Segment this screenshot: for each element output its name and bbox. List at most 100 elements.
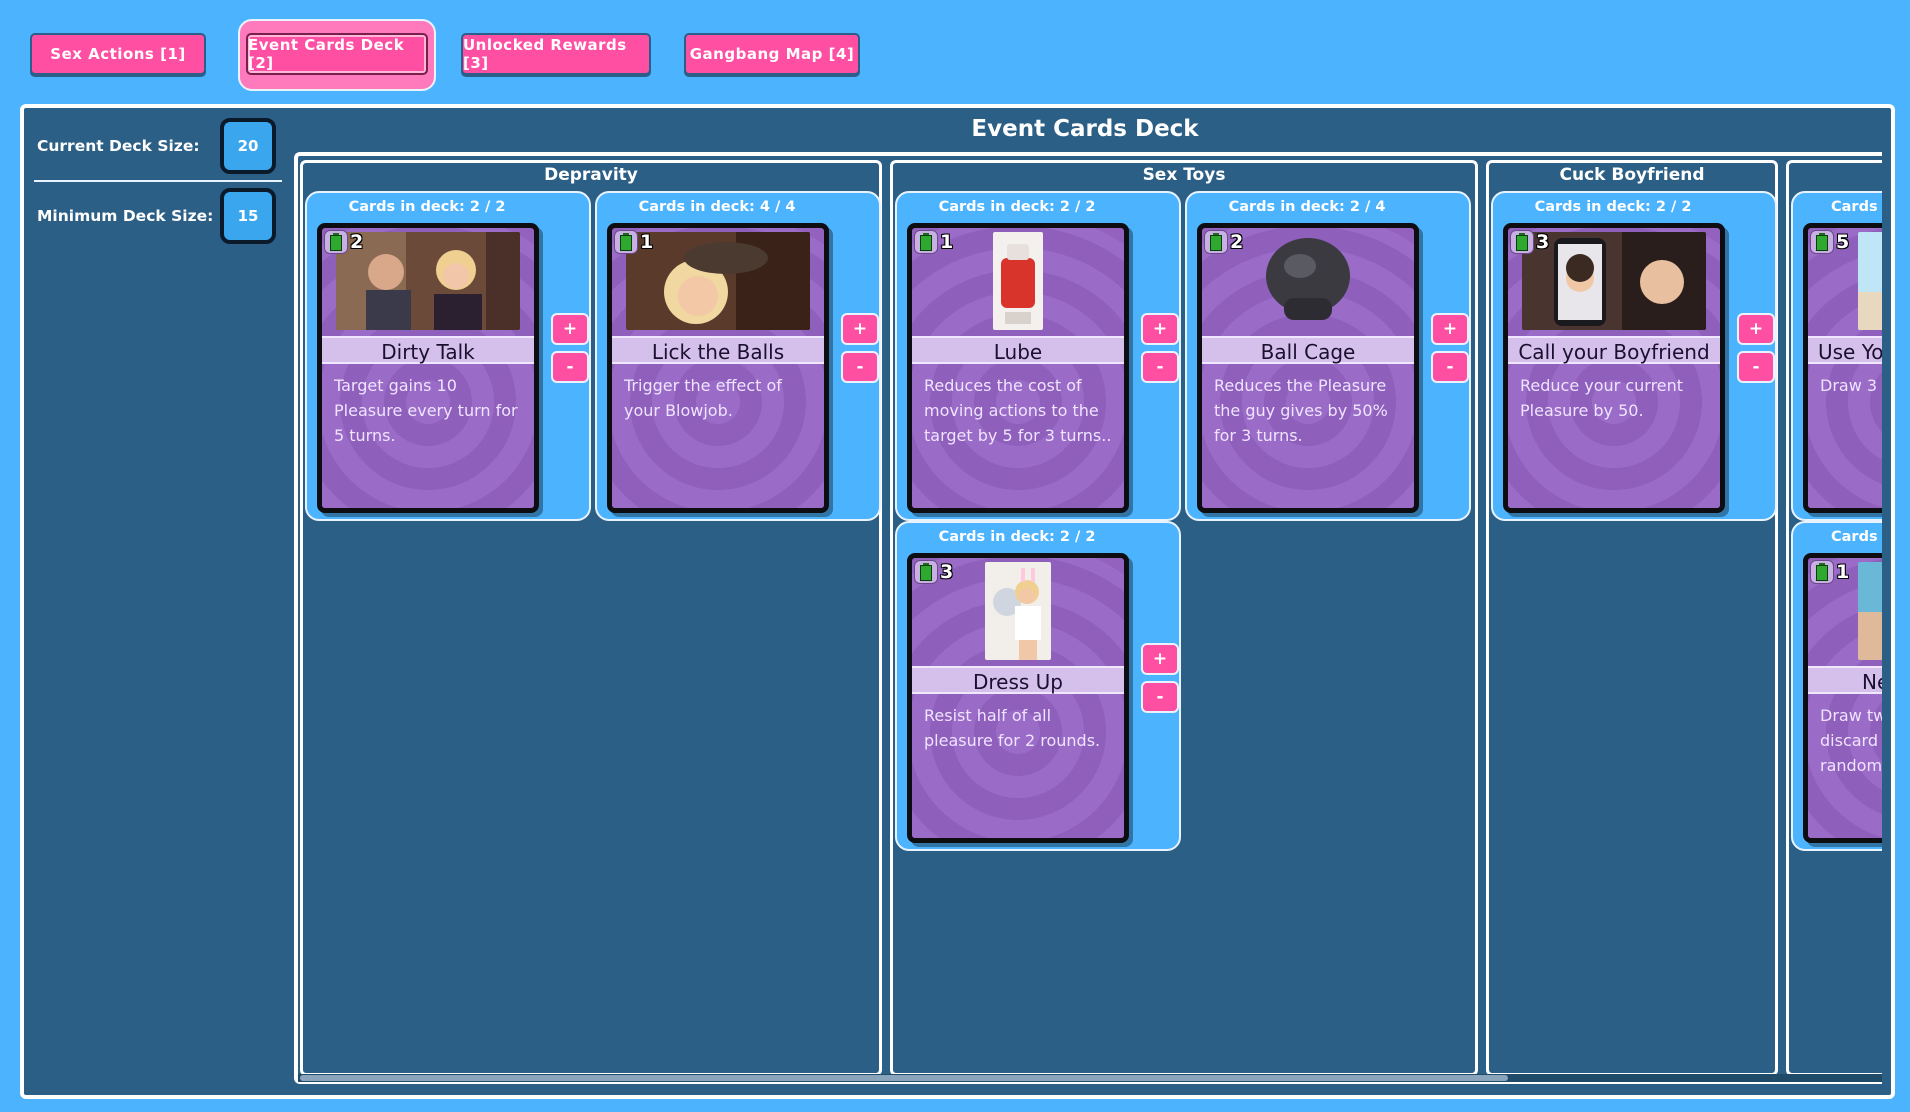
battery-icon — [324, 230, 348, 254]
card-description: Draw tw discard t random. — [1820, 706, 1882, 775]
card-cost: 3 — [914, 560, 953, 584]
card-slot: Cards in deck: 2 / 2 1 Lube Reduces the … — [895, 191, 1181, 521]
event-card[interactable]: 5 Use You Draw 3 c — [1803, 223, 1882, 513]
remove-card-button[interactable]: - — [1431, 351, 1469, 383]
event-card[interactable]: 1 Ne Draw tw discard t random. — [1803, 553, 1882, 843]
category-depravity: Depravity Cards in deck: 2 / 2 2 Dirty T… — [300, 160, 882, 1076]
cards-in-deck-count: Cards in deck: 2 / 2 — [1534, 199, 1692, 215]
card-image — [1858, 232, 1882, 330]
card-cost-value: 3 — [940, 561, 954, 583]
card-description: Reduces the Pleasure the guy gives by 50… — [1214, 376, 1388, 445]
category-title: Sex Toys — [1142, 165, 1226, 185]
event-card[interactable]: 2 Ball Cage Reduces the Pleasure the guy… — [1197, 223, 1419, 513]
battery-icon — [614, 230, 638, 254]
category-sex-toys: Sex Toys Cards in deck: 2 / 2 1 Lube Red… — [890, 160, 1478, 1076]
battery-icon — [1204, 230, 1228, 254]
card-slot: Cards in deck: 2 / 2 3 Dress Up Resist h… — [895, 521, 1181, 851]
battery-icon — [1510, 230, 1534, 254]
remove-card-button[interactable]: - — [551, 351, 589, 383]
remove-card-button[interactable]: - — [841, 351, 879, 383]
card-image — [993, 232, 1043, 330]
minimum-deck-size-value: 15 — [220, 188, 276, 244]
card-cost-value: 3 — [1536, 231, 1550, 253]
battery-icon — [914, 560, 938, 584]
battery-icon — [1810, 560, 1834, 584]
card-description: Resist half of all pleasure for 2 rounds… — [924, 706, 1101, 750]
add-card-button[interactable]: + — [1737, 313, 1775, 345]
card-name: Lick the Balls — [612, 336, 824, 364]
remove-card-button[interactable]: - — [1737, 351, 1775, 383]
cards-in-deck-count: Cards in deck: 2 / 4 — [1228, 199, 1386, 215]
cards-in-deck-count: Cards in deck: 2 / 2 — [938, 199, 1096, 215]
current-deck-size-value: 20 — [220, 118, 276, 174]
card-name: Ball Cage — [1202, 336, 1414, 364]
card-cost-value: 2 — [350, 231, 364, 253]
cards-in-deck-count: Cards in deck: 2 / 2 — [938, 529, 1096, 545]
event-card[interactable]: 2 Dirty Talk Target gains 10 Pleasure ev… — [317, 223, 539, 513]
card-image — [336, 232, 520, 330]
category-cuck-boyfriend: Cuck Boyfriend Cards in deck: 2 / 2 3 Ca… — [1486, 160, 1778, 1076]
card-description: Target gains 10 Pleasure every turn for … — [334, 376, 518, 445]
card-description: Trigger the effect of your Blowjob. — [624, 376, 782, 420]
card-image — [1258, 232, 1358, 330]
card-cost-value: 1 — [640, 231, 654, 253]
card-image — [1858, 562, 1882, 660]
card-cost-value: 1 — [1836, 561, 1850, 583]
card-cost: 3 — [1510, 230, 1549, 254]
add-card-button[interactable]: + — [841, 313, 879, 345]
tab-event-cards-deck[interactable]: Event Cards Deck [2] — [246, 33, 428, 75]
tab-sex-actions[interactable]: Sex Actions [1] — [30, 33, 206, 75]
card-description: Reduces the cost of moving actions to th… — [924, 376, 1112, 445]
category-title: Cuck Boyfriend — [1559, 165, 1705, 185]
minimum-deck-size-label: Minimum Deck Size: — [37, 207, 214, 225]
card-cost-value: 5 — [1836, 231, 1850, 253]
card-slot: Cards 1 Ne Draw tw discard t random. — [1791, 521, 1882, 851]
tab-gangbang-map[interactable]: Gangbang Map [4] — [684, 33, 860, 75]
card-slot: Cards 5 Use You Draw 3 c — [1791, 191, 1882, 521]
card-name: Lube — [912, 336, 1124, 364]
remove-card-button[interactable]: - — [1141, 351, 1179, 383]
sidebar-divider — [34, 180, 282, 182]
card-name: Dress Up — [912, 666, 1124, 694]
remove-card-button[interactable]: - — [1141, 681, 1179, 713]
card-cost-value: 2 — [1230, 231, 1244, 253]
horizontal-scrollbar-thumb[interactable] — [300, 1075, 1508, 1081]
card-slot: Cards in deck: 4 / 4 1 Lick the Balls Tr… — [595, 191, 881, 521]
card-name: Call your Boyfriend — [1508, 336, 1720, 364]
add-card-button[interactable]: + — [551, 313, 589, 345]
deck-title: Event Cards Deck — [971, 116, 1199, 142]
add-card-button[interactable]: + — [1141, 643, 1179, 675]
card-cost-value: 1 — [940, 231, 954, 253]
card-cost: 1 — [914, 230, 953, 254]
card-name: Dirty Talk — [322, 336, 534, 364]
category-title: Depravity — [544, 165, 638, 185]
card-description: Draw 3 c — [1820, 376, 1882, 395]
cards-in-deck-count: Cards — [1831, 199, 1878, 215]
card-slot: Cards in deck: 2 / 2 3 Call your Boyfrie… — [1491, 191, 1777, 521]
add-card-button[interactable]: + — [1141, 313, 1179, 345]
card-cost: 2 — [1204, 230, 1243, 254]
card-image — [985, 562, 1051, 660]
card-name: Ne — [1808, 666, 1882, 694]
card-cost: 2 — [324, 230, 363, 254]
card-cost: 1 — [1810, 560, 1849, 584]
battery-icon — [1810, 230, 1834, 254]
cards-in-deck-count: Cards in deck: 4 / 4 — [638, 199, 796, 215]
card-cost: 5 — [1810, 230, 1849, 254]
card-image — [626, 232, 810, 330]
cards-in-deck-count: Cards in deck: 2 / 2 — [348, 199, 506, 215]
deck-scroll-area[interactable]: Depravity Cards in deck: 2 / 2 2 Dirty T… — [294, 152, 1882, 1084]
card-slot: Cards in deck: 2 / 4 2 Ball Cage Reduces… — [1185, 191, 1471, 521]
card-slot: Cards in deck: 2 / 2 2 Dirty Talk Target… — [305, 191, 591, 521]
add-card-button[interactable]: + — [1431, 313, 1469, 345]
cards-in-deck-count: Cards — [1831, 529, 1878, 545]
event-card[interactable]: 3 Call your Boyfriend Reduce your curren… — [1503, 223, 1725, 513]
category-partial: Cards 5 Use You Draw 3 c Cards 1 — [1786, 160, 1882, 1076]
current-deck-size-label: Current Deck Size: — [37, 137, 200, 155]
event-card[interactable]: 3 Dress Up Resist half of all pleasure f… — [907, 553, 1129, 843]
card-description: Reduce your current Pleasure by 50. — [1520, 376, 1684, 420]
event-card[interactable]: 1 Lick the Balls Trigger the effect of y… — [607, 223, 829, 513]
tab-unlocked-rewards[interactable]: Unlocked Rewards [3] — [461, 33, 651, 75]
card-image — [1522, 232, 1706, 330]
event-card[interactable]: 1 Lube Reduces the cost of moving action… — [907, 223, 1129, 513]
